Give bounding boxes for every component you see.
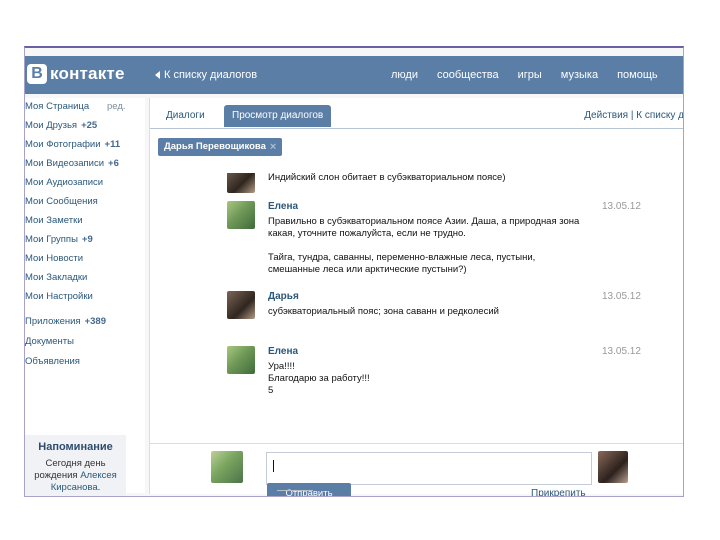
- sidebar-count: +6: [108, 158, 119, 169]
- logo-icon: В: [27, 64, 47, 84]
- tab-actions: Действия | К списку д: [584, 110, 683, 121]
- messages-list: Индийский слон обитает в субэкваториальн…: [150, 173, 683, 443]
- avatar: [227, 201, 255, 229]
- sidebar-label: Мои Закладки: [25, 272, 88, 283]
- sidebar-item-videos[interactable]: Мои Видеозаписи +6: [25, 158, 145, 174]
- recipient-avatar: [598, 451, 628, 483]
- nav-communities[interactable]: сообщества: [437, 69, 499, 81]
- message-author[interactable]: Елена: [268, 201, 298, 212]
- sidebar-label: Мои Видеозаписи: [25, 158, 105, 169]
- attach-link[interactable]: Прикрепить: [531, 488, 586, 496]
- sidebar-item-photos[interactable]: Мои Фотографии +11: [25, 139, 145, 155]
- sidebar-item-groups[interactable]: Мои Группы +9: [25, 234, 145, 250]
- back-arrow-icon: [155, 71, 160, 79]
- message-input[interactable]: [266, 452, 592, 485]
- reminder-title: Напоминание: [38, 441, 113, 453]
- sidebar-label: Мои Группы: [25, 234, 78, 245]
- sidebar-count: +9: [81, 234, 93, 245]
- main-panel: Диалоги Просмотр диалогов Действия | К с…: [149, 98, 683, 496]
- sidebar-label: Приложения: [25, 316, 81, 327]
- my-avatar: [211, 451, 243, 483]
- sidebar-count: +25: [81, 120, 98, 131]
- message-text: субэкваториальный пояс; зона саванн и ре…: [268, 306, 499, 317]
- browser-frame: В контакте К списку диалогов люди сообще…: [24, 46, 684, 497]
- avatar: [227, 291, 255, 319]
- nav-people[interactable]: люди: [391, 69, 418, 81]
- sidebar-count: +11: [104, 139, 121, 150]
- sidebar-item-audio[interactable]: Мои Аудиозаписи: [25, 177, 145, 193]
- left-sidebar: ред. Моя Страница Мои Друзья +25 Мои Фото…: [25, 98, 145, 496]
- conversation-name: Дарья Перевощикова: [164, 141, 266, 152]
- sidebar-label: Мои Друзья: [25, 120, 78, 131]
- message-text: Ура!!!! Благодарю за работу!!! 5: [268, 361, 370, 396]
- sidebar-item-news[interactable]: Мои Новости: [25, 253, 145, 269]
- nav-music[interactable]: музыка: [561, 69, 598, 81]
- sidebar-count: +389: [84, 316, 106, 327]
- reminder-text: Сегодня день рождения Алексея Кирсанова.: [25, 458, 126, 494]
- back-to-dialogs-label: К списку диалогов: [164, 69, 258, 81]
- sidebar-item-bookmarks[interactable]: Мои Закладки: [25, 272, 145, 288]
- sidebar-label: Документы: [25, 336, 74, 347]
- message-author[interactable]: Дарья: [268, 291, 299, 302]
- message-text: Индийский слон обитает в субэкваториальн…: [268, 173, 506, 183]
- sidebar-label: Мои Заметки: [25, 215, 83, 226]
- logo[interactable]: В контакте: [27, 64, 125, 84]
- back-to-dialogs-link[interactable]: К списку диалогов: [155, 69, 257, 81]
- tabs: Диалоги Просмотр диалогов Действия | К с…: [150, 98, 683, 129]
- message-date: 13.05.12: [602, 201, 641, 212]
- scroll-handle[interactable]: [277, 490, 313, 491]
- avatar: [227, 346, 255, 374]
- message-text-2: Тайга, тундра, саванны, переменно-влажны…: [268, 252, 536, 275]
- actions-separator: |: [630, 110, 634, 121]
- top-bar: В контакте К списку диалогов люди сообще…: [25, 56, 683, 94]
- sidebar-label: Мои Фотографии: [25, 139, 101, 150]
- nav-games[interactable]: игры: [518, 69, 542, 81]
- top-navigation: люди сообщества игры музыка помощь: [391, 69, 658, 81]
- message-date: 13.05.12: [602, 346, 641, 357]
- logo-text: контакте: [50, 64, 125, 83]
- sidebar-label: Мои Настройки: [25, 291, 93, 302]
- sidebar-item-apps[interactable]: Приложения +389: [25, 316, 145, 332]
- sidebar-label: Моя Страница: [25, 101, 90, 112]
- text-cursor: [273, 460, 274, 472]
- message-text: Правильно в субэкваториальном поясе Азии…: [268, 216, 580, 239]
- tab-dialogs[interactable]: Диалоги: [158, 105, 213, 127]
- message-date: 13.05.12: [602, 291, 641, 302]
- sidebar-item-messages[interactable]: Мои Сообщения: [25, 196, 145, 212]
- conversation-chip[interactable]: Дарья Перевощикова ×: [158, 138, 283, 156]
- sidebar-label: Мои Новости: [25, 253, 84, 264]
- sidebar-item-ads[interactable]: Объявления: [25, 356, 145, 372]
- nav-help[interactable]: помощь: [617, 69, 658, 81]
- close-icon[interactable]: ×: [270, 138, 276, 156]
- tab-view-dialogs[interactable]: Просмотр диалогов: [224, 105, 332, 127]
- sidebar-item-settings[interactable]: Мои Настройки: [25, 291, 145, 307]
- sidebar-label: Мои Сообщения: [25, 196, 98, 207]
- avatar: [227, 173, 255, 193]
- sidebar-label: Мои Аудиозаписи: [25, 177, 104, 188]
- message-author[interactable]: Елена: [268, 346, 298, 357]
- sidebar-item-notes[interactable]: Мои Заметки: [25, 215, 145, 231]
- composer: Отправить Прикрепить: [150, 443, 683, 496]
- sidebar-item-documents[interactable]: Документы: [25, 336, 145, 352]
- back-list-link[interactable]: К списку д: [636, 110, 683, 121]
- reminder-suffix: .: [97, 482, 101, 493]
- sidebar-item-my-page[interactable]: Моя Страница: [25, 101, 145, 117]
- actions-link[interactable]: Действия: [584, 110, 628, 121]
- sidebar-label: Объявления: [25, 356, 80, 367]
- sidebar-item-friends[interactable]: Мои Друзья +25: [25, 120, 145, 136]
- birthday-reminder: Напоминание Сегодня день рождения Алексе…: [25, 435, 126, 496]
